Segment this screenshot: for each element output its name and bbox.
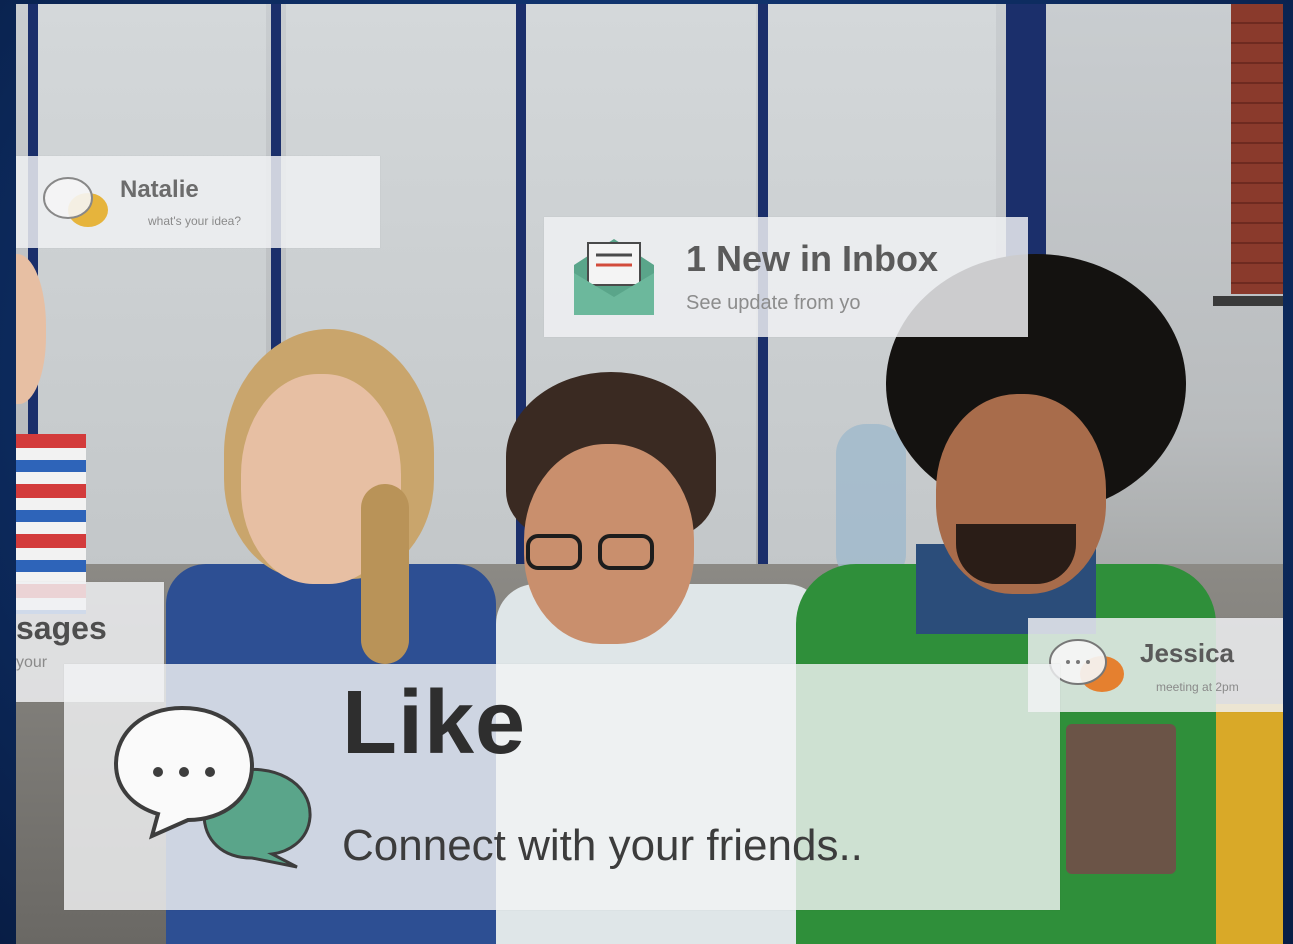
brick-wall [1231, 4, 1283, 294]
messages-subtitle: your [16, 654, 48, 671]
notification-card-natalie[interactable]: Natalie what's your idea? [16, 156, 380, 248]
like-subtitle: Connect with your friends.. [342, 821, 863, 870]
tablet [1066, 724, 1176, 874]
inbox-title: 1 New in Inbox [686, 238, 939, 279]
chat-bubbles-icon [43, 177, 108, 227]
messages-title: sages [16, 610, 107, 646]
shelf [1213, 296, 1283, 306]
contact-name: Natalie [120, 176, 199, 203]
contact-message: meeting at 2pm [1156, 680, 1239, 694]
inbox-subtitle: See update from yo [686, 292, 861, 314]
contact-name: Jessica [1140, 638, 1234, 668]
chat-bubbles-icon [113, 705, 312, 869]
notification-card-inbox[interactable]: 1 New in Inbox See update from yo [544, 217, 1028, 337]
like-card[interactable]: Like Connect with your friends.. [64, 664, 1060, 910]
envelope-icon [574, 239, 654, 315]
yellow-shirt [1216, 704, 1283, 944]
background-person [836, 424, 906, 584]
contact-message: what's your idea? [148, 214, 242, 228]
like-title: Like [342, 673, 527, 773]
notification-card-jessica[interactable]: Jessica meeting at 2pm [1028, 618, 1283, 712]
